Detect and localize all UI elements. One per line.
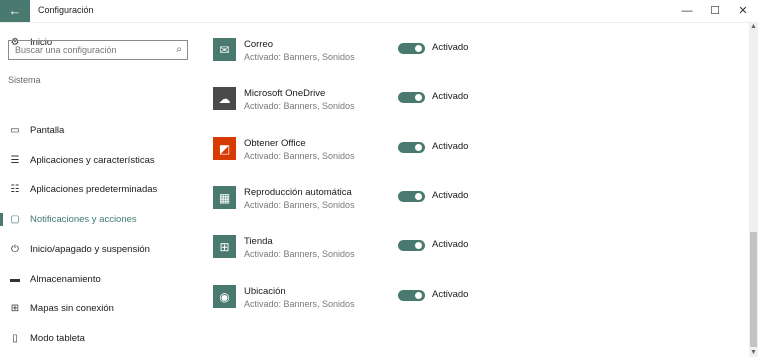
notification-icon: ▢ (10, 213, 20, 225)
app-name: Correo (244, 39, 274, 50)
notification-toggle[interactable] (398, 191, 425, 202)
window-title: Configuración (38, 5, 94, 15)
location-icon: ◉ (213, 285, 236, 308)
toggle-label: Activado (432, 239, 469, 250)
sidebar-item-modo-tableta[interactable]: ▯ Modo tableta (0, 326, 200, 350)
app-row-office: ◩ Obtener Office Activado: Banners, Soni… (213, 137, 733, 167)
sidebar-item-label: Pantalla (30, 124, 65, 136)
section-label-sistema: Sistema (8, 75, 41, 85)
minimize-icon[interactable]: — (675, 3, 699, 19)
title-bar: ← Configuración — ☐ ✕ (0, 0, 758, 23)
app-status[interactable]: Activado: Banners, Sonidos (244, 299, 355, 309)
active-indicator (0, 213, 3, 226)
notification-toggle[interactable] (398, 92, 425, 103)
notification-toggle[interactable] (398, 142, 425, 153)
app-status[interactable]: Activado: Banners, Sonidos (244, 52, 355, 62)
toggle-knob (415, 292, 422, 299)
close-icon[interactable]: ✕ (731, 3, 755, 19)
sidebar-item-label: Notificaciones y acciones (30, 213, 137, 225)
scroll-thumb[interactable] (750, 232, 757, 347)
search-box[interactable]: ⌕ (8, 40, 188, 60)
app-status[interactable]: Activado: Banners, Sonidos (244, 249, 355, 259)
office-icon: ◩ (213, 137, 236, 160)
store-icon: ⊞ (213, 235, 236, 258)
toggle-knob (415, 45, 422, 52)
toggle-knob (415, 242, 422, 249)
onedrive-icon: ☁ (213, 87, 236, 110)
app-row-ubicacion: ◉ Ubicación Activado: Banners, Sonidos A… (213, 285, 733, 315)
sidebar-item-label: Modo tableta (30, 332, 85, 344)
toggle-label: Activado (432, 91, 469, 102)
map-icon: ⊞ (10, 302, 20, 314)
toggle-label: Activado (432, 190, 469, 201)
autoplay-icon: ▦ (213, 186, 236, 209)
sidebar-item-label: Mapas sin conexión (30, 302, 114, 314)
mail-icon: ✉ (213, 38, 236, 61)
toggle-knob (415, 144, 422, 151)
app-row-autoplay: ▦ Reproducción automática Activado: Bann… (213, 186, 733, 216)
notification-toggle[interactable] (398, 290, 425, 301)
app-row-onedrive: ☁ Microsoft OneDrive Activado: Banners, … (213, 87, 733, 117)
notification-toggle[interactable] (398, 240, 425, 251)
sidebar-item-label: Almacenamiento (30, 273, 101, 285)
tablet-icon: ▯ (12, 332, 18, 344)
search-input[interactable] (15, 44, 165, 56)
sidebar-item-mapas[interactable]: ⊞ Mapas sin conexión (0, 296, 200, 320)
scroll-up-icon[interactable]: ▲ (749, 22, 758, 31)
sidebar-item-inicio-apagado[interactable]: ⏻ Inicio/apagado y suspensión (0, 237, 200, 261)
toggle-knob (415, 94, 422, 101)
list-icon: ☰ (10, 154, 20, 166)
sidebar-item-label: Aplicaciones y características (30, 154, 155, 166)
sidebar-item-notificaciones[interactable]: ▢ Notificaciones y acciones (0, 207, 200, 231)
app-row-tienda: ⊞ Tienda Activado: Banners, Sonidos Acti… (213, 235, 733, 265)
scrollbar[interactable]: ▲ ▼ (749, 22, 758, 357)
default-apps-icon: ☷ (10, 183, 20, 195)
power-icon: ⏻ (11, 243, 19, 255)
app-name: Ubicación (244, 286, 286, 297)
app-status[interactable]: Activado: Banners, Sonidos (244, 200, 355, 210)
sidebar-item-pantalla[interactable]: ▭ Pantalla (0, 118, 200, 142)
toggle-knob (415, 193, 422, 200)
app-name: Obtener Office (244, 138, 306, 149)
maximize-icon[interactable]: ☐ (703, 3, 727, 19)
back-arrow-icon[interactable]: ← (0, 0, 30, 22)
scroll-down-icon[interactable]: ▼ (749, 348, 758, 357)
app-status[interactable]: Activado: Banners, Sonidos (244, 101, 355, 111)
toggle-label: Activado (432, 42, 469, 53)
app-row-correo: ✉ Correo Activado: Banners, Sonidos Acti… (213, 38, 733, 68)
app-name: Tienda (244, 236, 273, 247)
notification-toggle[interactable] (398, 43, 425, 54)
sidebar-item-label: Aplicaciones predeterminadas (30, 183, 158, 195)
sidebar-item-aplicaciones[interactable]: ☰ Aplicaciones y características (0, 148, 200, 172)
storage-icon: ▬ (10, 273, 20, 285)
app-name: Microsoft OneDrive (244, 88, 326, 99)
sidebar-item-almacenamiento[interactable]: ▬ Almacenamiento (0, 267, 200, 291)
search-icon[interactable]: ⌕ (176, 44, 182, 55)
app-name: Reproducción automática (244, 187, 352, 198)
toggle-label: Activado (432, 289, 469, 300)
sidebar-item-predeterminadas[interactable]: ☷ Aplicaciones predeterminadas (0, 177, 200, 201)
sidebar-item-label: Inicio/apagado y suspensión (30, 243, 150, 255)
toggle-label: Activado (432, 141, 469, 152)
app-status[interactable]: Activado: Banners, Sonidos (244, 151, 355, 161)
display-icon: ▭ (10, 124, 20, 136)
